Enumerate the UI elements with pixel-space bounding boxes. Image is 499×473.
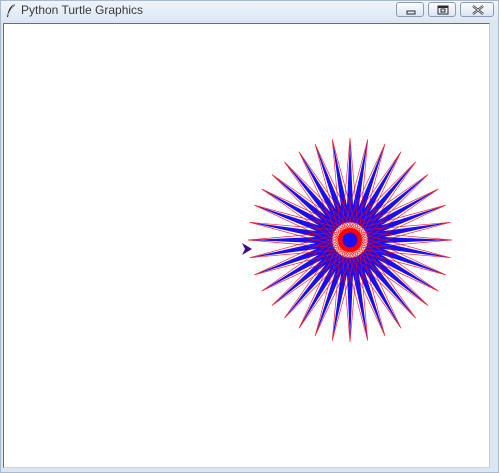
center-dot [342, 232, 358, 248]
minimize-icon [406, 10, 416, 15]
window-bottom-border [1, 468, 498, 472]
turtle-window: Python Turtle Graphics [0, 0, 499, 473]
star-burst [247, 137, 453, 343]
drawing-surface [242, 137, 453, 343]
title-bar[interactable]: Python Turtle Graphics [1, 1, 498, 21]
turtle-canvas[interactable] [3, 23, 490, 468]
close-icon [472, 5, 484, 15]
maximize-icon [437, 5, 449, 15]
maximize-button[interactable] [428, 2, 456, 17]
minimize-button[interactable] [396, 2, 424, 17]
window-title: Python Turtle Graphics [21, 3, 144, 17]
turtle-cursor-icon [242, 243, 252, 255]
feather-icon [7, 3, 15, 17]
close-button[interactable] [460, 2, 494, 17]
